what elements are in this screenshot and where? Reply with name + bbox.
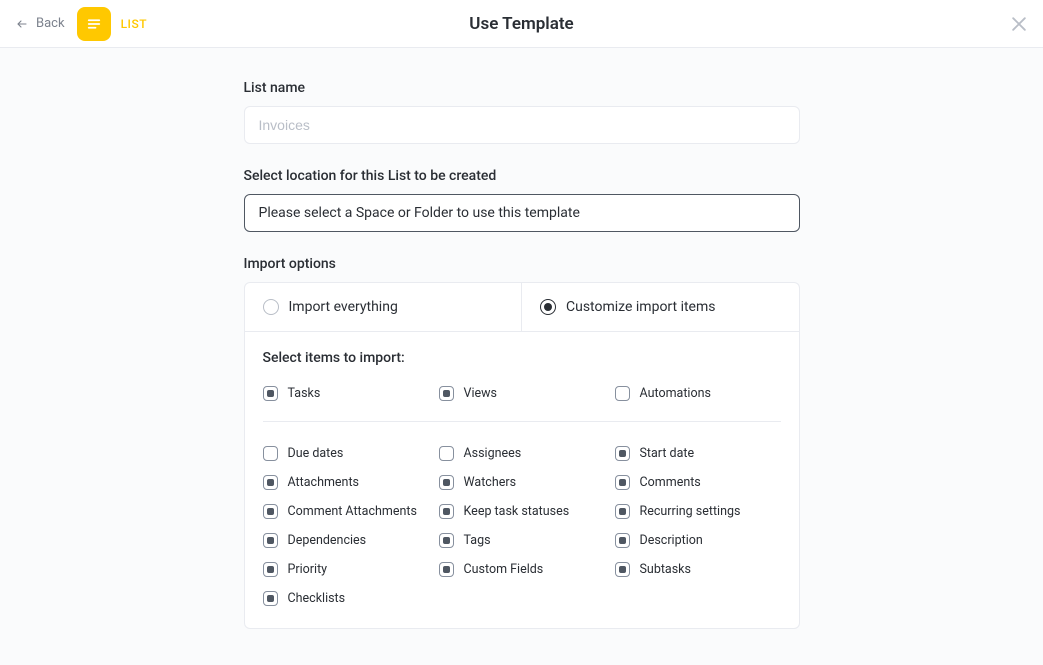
list-name-input[interactable]	[244, 106, 800, 144]
import-item-checkbox[interactable]: Attachments	[263, 475, 429, 490]
import-item-checkbox[interactable]: Checklists	[263, 591, 429, 606]
checkbox-icon	[615, 533, 630, 548]
import-items-grid: Tasks Views Automations Due dates Assignees S…	[263, 386, 781, 606]
import-item-checkbox[interactable]: Custom Fields	[439, 562, 605, 577]
checkbox-icon	[439, 562, 454, 577]
list-name-label: List name	[244, 80, 800, 96]
import-item-label: Dependencies	[288, 533, 367, 548]
customize-import-label: Customize import items	[566, 299, 715, 315]
checkbox-icon	[615, 475, 630, 490]
import-item-checkbox[interactable]: Views	[439, 386, 605, 401]
import-item-label: Watchers	[464, 475, 517, 490]
import-item-label: Views	[464, 386, 497, 401]
checkbox-icon	[439, 504, 454, 519]
list-type-label: LIST	[121, 17, 147, 31]
import-item-label: Due dates	[288, 446, 344, 461]
location-label: Select location for this List to be crea…	[244, 168, 800, 184]
import-item-label: Description	[640, 533, 703, 548]
content: List name Select location for this List …	[244, 48, 800, 665]
import-item-label: Recurring settings	[640, 504, 741, 519]
customize-import-option[interactable]: Customize import items	[521, 283, 799, 331]
checkbox-icon	[439, 386, 454, 401]
checkbox-icon	[263, 562, 278, 577]
import-everything-option[interactable]: Import everything	[245, 283, 522, 331]
import-item-label: Custom Fields	[464, 562, 544, 577]
import-item-label: Comments	[640, 475, 701, 490]
import-item-label: Automations	[640, 386, 711, 401]
import-item-label: Keep task statuses	[464, 504, 570, 519]
checkbox-icon	[439, 446, 454, 461]
page-title: Use Template	[469, 14, 573, 34]
import-item-label: Start date	[640, 446, 695, 461]
import-item-checkbox[interactable]: Comment Attachments	[263, 504, 429, 519]
import-item-checkbox[interactable]: Keep task statuses	[439, 504, 605, 519]
checkbox-icon	[263, 475, 278, 490]
import-item-checkbox[interactable]: Subtasks	[615, 562, 781, 577]
import-item-checkbox[interactable]: Comments	[615, 475, 781, 490]
import-item-checkbox[interactable]: Dependencies	[263, 533, 429, 548]
checkbox-icon	[615, 386, 630, 401]
import-panel: Select items to import: Tasks Views Automa…	[244, 331, 800, 629]
checkbox-icon	[263, 386, 278, 401]
checkbox-icon	[263, 533, 278, 548]
import-item-label: Checklists	[288, 591, 346, 606]
import-item-checkbox[interactable]: Watchers	[439, 475, 605, 490]
import-item-checkbox[interactable]: Priority	[263, 562, 429, 577]
location-select[interactable]: Please select a Space or Folder to use t…	[244, 194, 800, 232]
checkbox-icon	[615, 504, 630, 519]
topbar: Back LIST Use Template	[0, 0, 1043, 48]
import-item-label: Tags	[464, 533, 491, 548]
location-placeholder: Please select a Space or Folder to use t…	[259, 205, 580, 221]
close-button[interactable]	[1009, 14, 1029, 34]
import-everything-label: Import everything	[289, 299, 398, 315]
checkbox-icon	[263, 591, 278, 606]
checkbox-icon	[615, 562, 630, 577]
import-item-checkbox[interactable]: Due dates	[263, 446, 429, 461]
import-item-checkbox[interactable]: Assignees	[439, 446, 605, 461]
checkbox-icon	[439, 475, 454, 490]
back-label: Back	[36, 16, 65, 31]
radio-icon	[263, 299, 279, 315]
import-item-label: Tasks	[288, 386, 321, 401]
import-item-checkbox[interactable]: Start date	[615, 446, 781, 461]
checkbox-icon	[263, 446, 278, 461]
import-item-checkbox[interactable]: Automations	[615, 386, 781, 401]
import-item-checkbox[interactable]: Description	[615, 533, 781, 548]
back-button[interactable]: Back	[14, 16, 65, 31]
list-type-badge	[77, 7, 111, 41]
import-item-label: Attachments	[288, 475, 360, 490]
checkbox-icon	[263, 504, 278, 519]
checkbox-icon	[615, 446, 630, 461]
import-mode-row: Import everything Customize import items	[244, 282, 800, 331]
arrow-left-icon	[14, 18, 30, 30]
content-scroll[interactable]: List name Select location for this List …	[0, 48, 1043, 665]
import-options-label: Import options	[244, 256, 800, 272]
import-item-label: Assignees	[464, 446, 522, 461]
import-item-checkbox[interactable]: Recurring settings	[615, 504, 781, 519]
import-item-label: Comment Attachments	[288, 504, 417, 519]
import-item-checkbox[interactable]: Tags	[439, 533, 605, 548]
checkbox-icon	[439, 533, 454, 548]
import-item-label: Subtasks	[640, 562, 691, 577]
divider	[263, 421, 781, 422]
import-item-label: Priority	[288, 562, 328, 577]
import-panel-heading: Select items to import:	[263, 350, 781, 366]
import-item-checkbox[interactable]: Tasks	[263, 386, 429, 401]
radio-icon	[540, 299, 556, 315]
